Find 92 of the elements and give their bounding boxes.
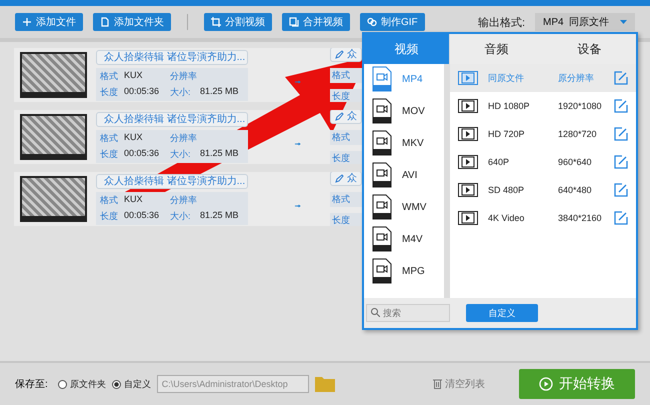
info-label: 分辨率 (170, 132, 198, 144)
file-row[interactable]: 众人拾柴待辑 诸位导演齐助力... 格式 KUX 分辨率 长度 00:05:36 大小: 81.25 MB 众 格式 长度 (14, 172, 362, 226)
info-label: 格式 (100, 70, 119, 82)
toolbar-button[interactable]: 制作GIF (360, 13, 425, 31)
info-value: 81.25 MB (200, 148, 240, 160)
format-item[interactable]: MKV (372, 130, 444, 156)
info-label: 大小: (170, 86, 192, 98)
toolbar-button[interactable]: 合并视频 (282, 13, 350, 31)
toolbar-button[interactable]: 分割视频 (204, 13, 272, 31)
crop-icon (211, 17, 221, 27)
video-file-icon (372, 162, 392, 188)
format-item[interactable]: MPG (372, 258, 444, 284)
film-icon (458, 127, 478, 141)
format-item[interactable]: MOV (372, 98, 444, 124)
format-item[interactable]: M4V (372, 226, 444, 252)
search-field[interactable]: 搜索 (366, 304, 450, 322)
output-format-label: 输出格式: (478, 16, 525, 30)
file-name-field[interactable]: 众人拾柴待辑 诸位导演齐助力... (96, 50, 248, 64)
file-name-field[interactable]: 众人拾柴待辑 诸位导演齐助力... (96, 174, 248, 188)
info-label: 分辨率 (170, 70, 198, 82)
info-value: 00:05:36 (124, 86, 160, 98)
video-file-icon (372, 258, 392, 284)
file-icon (100, 17, 110, 27)
film-icon (458, 211, 478, 225)
film-icon (458, 71, 478, 85)
output-name-field[interactable]: 众 (330, 48, 362, 62)
toolbar-button[interactable]: 添加文件夹 (93, 13, 171, 31)
film-icon (458, 183, 478, 197)
info-label: 格式 (330, 68, 362, 82)
custom-button[interactable]: 自定义 (466, 304, 538, 322)
info-label: 格式 (330, 130, 362, 144)
save-to-label: 保存至: (15, 378, 48, 391)
video-file-icon (372, 66, 392, 92)
info-label: 格式 (100, 194, 119, 206)
edit-icon[interactable] (614, 155, 628, 169)
info-value: 00:05:36 (124, 210, 160, 222)
info-label: 长度 (100, 210, 119, 222)
info-label: 分辨率 (170, 194, 198, 206)
info-label: 格式 (100, 132, 119, 144)
output-name-field[interactable]: 众 (330, 172, 362, 186)
info-label: 大小: (170, 210, 192, 222)
info-value: KUX (124, 194, 144, 206)
video-thumbnail (20, 52, 87, 98)
copy-icon (289, 17, 299, 27)
format-item[interactable]: AVI (372, 162, 444, 188)
film-icon (458, 155, 478, 169)
file-row[interactable]: 众人拾柴待辑 诸位导演齐助力... 格式 KUX 分辨率 长度 00:05:36 大小: 81.25 MB 众 格式 长度 (14, 110, 362, 164)
edit-icon[interactable] (614, 211, 628, 225)
video-thumbnail (20, 114, 87, 160)
info-label: 大小: (170, 148, 192, 160)
info-value: 81.25 MB (200, 86, 240, 98)
link-icon (367, 17, 377, 27)
radio-option[interactable]: 原文件夹 (58, 378, 106, 390)
output-name-field[interactable]: 众 (330, 110, 362, 124)
category-tab[interactable]: 音频 (450, 34, 543, 64)
info-label: 长度 (330, 212, 362, 226)
video-file-icon (372, 130, 392, 156)
play-icon (539, 377, 553, 391)
info-label: 长度 (100, 148, 119, 160)
video-file-icon (372, 194, 392, 220)
edit-icon[interactable] (614, 71, 628, 85)
info-label: 长度 (330, 88, 362, 102)
trash-icon (433, 379, 442, 389)
info-label: 长度 (100, 86, 119, 98)
format-item[interactable]: WMV (372, 194, 444, 220)
info-label: 格式 (330, 192, 362, 206)
video-file-icon (372, 226, 392, 252)
caret-icon (620, 20, 627, 24)
category-tab[interactable]: 视频 (364, 34, 449, 64)
toolbar-button[interactable]: 添加文件 (15, 13, 83, 31)
pencil-icon (335, 50, 344, 58)
info-value: KUX (124, 70, 144, 82)
pencil-icon (335, 174, 344, 182)
edit-icon[interactable] (614, 99, 628, 113)
format-item[interactable]: MP4 (372, 66, 444, 92)
video-thumbnail (20, 176, 87, 222)
plus-icon (22, 17, 32, 27)
info-value: KUX (124, 132, 144, 144)
search-icon (371, 308, 380, 317)
edit-icon[interactable] (614, 183, 628, 197)
video-file-icon (372, 98, 392, 124)
category-tab[interactable]: 设备 (543, 34, 636, 64)
output-format-dropdown[interactable]: MP4 同原文件 (535, 13, 635, 31)
film-icon (458, 99, 478, 113)
info-label: 长度 (330, 150, 362, 164)
radio-option[interactable]: 自定义 (112, 378, 151, 390)
file-name-field[interactable]: 众人拾柴待辑 诸位导演齐助力... (96, 112, 248, 126)
edit-icon[interactable] (614, 127, 628, 141)
pencil-icon (335, 112, 344, 120)
info-value: 81.25 MB (200, 210, 240, 222)
info-value: 00:05:36 (124, 148, 160, 160)
file-row[interactable]: 众人拾柴待辑 诸位导演齐助力... 格式 KUX 分辨率 长度 00:05:36 大小: 81.25 MB 众 格式 长度 (14, 48, 362, 102)
